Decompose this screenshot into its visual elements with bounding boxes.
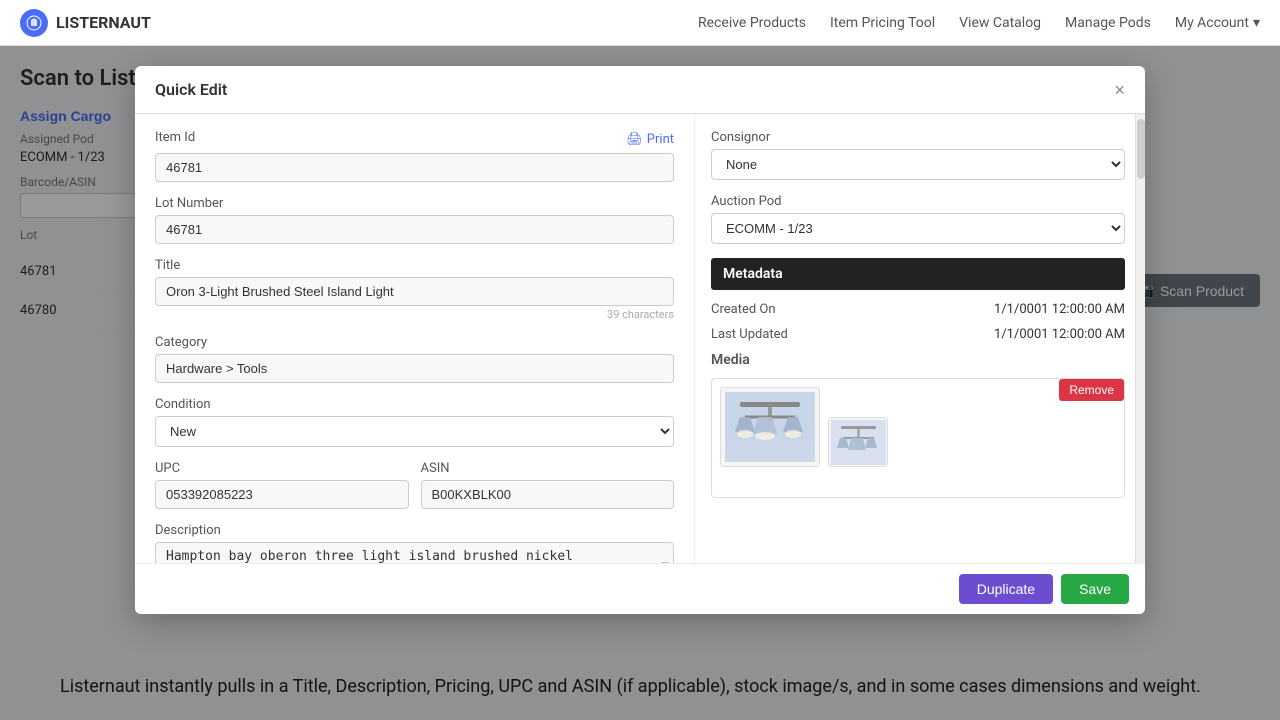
item-id-group: Item Id 🖨 Print xyxy=(155,130,674,182)
chevron-down-icon: ▾ xyxy=(1253,15,1260,31)
last-updated-label: Last Updated xyxy=(711,327,788,342)
media-title: Media xyxy=(711,352,1125,368)
print-icon: 🖨 xyxy=(626,132,643,147)
condition-label: Condition xyxy=(155,397,674,412)
page-background: Scan to List Assign Cargo Assigned Pod E… xyxy=(0,46,1280,720)
modal-overlay: Quick Edit × Item Id 🖨 Print xyxy=(0,46,1280,720)
description-label: Description xyxy=(155,523,674,538)
last-updated-value: 1/1/0001 12:00:00 AM xyxy=(994,327,1125,342)
nav-item-pricing-tool[interactable]: Item Pricing Tool xyxy=(830,15,935,31)
modal-left-panel: Item Id 🖨 Print Lot Number xyxy=(135,114,695,614)
created-on-value: 1/1/0001 12:00:00 AM xyxy=(994,302,1125,317)
right-scrollbar-thumb xyxy=(1137,119,1145,179)
modal-body: Item Id 🖨 Print Lot Number xyxy=(135,114,1145,614)
media-image-1 xyxy=(720,387,820,467)
nav-my-account[interactable]: My Account ▾ xyxy=(1175,15,1260,31)
consignor-select[interactable]: None xyxy=(711,149,1125,180)
lot-number-label: Lot Number xyxy=(155,196,674,211)
created-on-row: Created On 1/1/0001 12:00:00 AM xyxy=(711,302,1125,317)
brand-icon xyxy=(20,9,48,37)
print-link[interactable]: 🖨 Print xyxy=(626,132,674,147)
item-id-row: Item Id 🖨 Print xyxy=(155,130,674,149)
modal-title: Quick Edit xyxy=(155,80,227,99)
save-button[interactable]: Save xyxy=(1061,574,1129,604)
title-input[interactable] xyxy=(155,277,674,306)
brand-name: LISTERNAUT xyxy=(56,13,151,32)
metadata-header: Metadata xyxy=(711,258,1125,290)
category-label: Category xyxy=(155,335,674,350)
upc-input[interactable] xyxy=(155,480,409,509)
chandelier-svg xyxy=(725,392,815,462)
consignor-label: Consignor xyxy=(711,130,1125,145)
consignor-group: Consignor None xyxy=(711,130,1125,180)
chandelier-svg-2 xyxy=(831,420,886,465)
navbar: LISTERNAUT Receive Products Item Pricing… xyxy=(0,0,1280,46)
upc-asin-row: UPC ASIN xyxy=(155,461,674,523)
auction-pod-group: Auction Pod ECOMM - 1/23 xyxy=(711,194,1125,244)
media-grid: Remove xyxy=(720,387,1116,467)
condition-select[interactable]: New Like New Good Fair Poor xyxy=(155,416,674,447)
navbar-links: Receive Products Item Pricing Tool View … xyxy=(698,15,1260,31)
lot-number-group: Lot Number xyxy=(155,196,674,244)
category-input[interactable] xyxy=(155,354,674,383)
lot-number-input[interactable] xyxy=(155,215,674,244)
remove-media-button[interactable]: Remove xyxy=(1059,379,1124,401)
condition-group: Condition New Like New Good Fair Poor xyxy=(155,397,674,447)
right-scrollbar[interactable] xyxy=(1135,114,1145,614)
item-id-label: Item Id xyxy=(155,130,195,145)
nav-view-catalog[interactable]: View Catalog xyxy=(959,15,1041,31)
auction-pod-label: Auction Pod xyxy=(711,194,1125,209)
auction-pod-select[interactable]: ECOMM - 1/23 xyxy=(711,213,1125,244)
asin-input[interactable] xyxy=(421,480,675,509)
modal-close-button[interactable]: × xyxy=(1114,81,1125,99)
media-image-2 xyxy=(828,417,888,467)
title-group: Title 39 characters xyxy=(155,258,674,321)
media-container: Remove xyxy=(711,378,1125,498)
quick-edit-modal: Quick Edit × Item Id 🖨 Print xyxy=(135,66,1145,614)
upc-group: UPC xyxy=(155,461,409,509)
last-updated-row: Last Updated 1/1/0001 12:00:00 AM xyxy=(711,327,1125,342)
nav-manage-pods[interactable]: Manage Pods xyxy=(1065,15,1151,31)
asin-label: ASIN xyxy=(421,461,675,476)
asin-group: ASIN xyxy=(421,461,675,509)
category-group: Category xyxy=(155,335,674,383)
duplicate-button[interactable]: Duplicate xyxy=(959,574,1053,604)
modal-header: Quick Edit × xyxy=(135,66,1145,114)
item-id-input[interactable] xyxy=(155,153,674,182)
nav-receive-products[interactable]: Receive Products xyxy=(698,15,806,31)
modal-footer: Duplicate Save xyxy=(135,563,1145,614)
modal-right-panel: Consignor None Auction Pod ECOMM - 1/23 … xyxy=(695,114,1145,614)
title-label: Title xyxy=(155,258,674,273)
brand: LISTERNAUT xyxy=(20,9,151,37)
upc-label: UPC xyxy=(155,461,409,476)
created-on-label: Created On xyxy=(711,302,776,317)
char-count: 39 characters xyxy=(155,308,674,321)
